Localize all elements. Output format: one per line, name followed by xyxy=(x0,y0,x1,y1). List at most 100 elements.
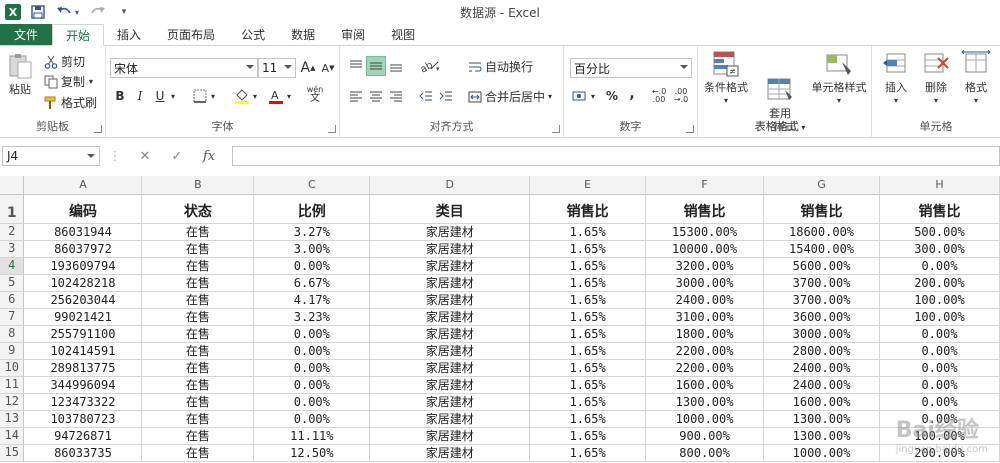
cell[interactable]: 家居建材 xyxy=(369,274,531,292)
row-header[interactable]: 1 xyxy=(0,194,25,224)
cell[interactable]: 在售 xyxy=(141,359,255,377)
grow-font-button[interactable]: A ▲ xyxy=(298,58,318,78)
cell[interactable]: 在售 xyxy=(141,342,255,360)
copy-button[interactable]: 复制 ▾ xyxy=(44,73,93,90)
cell[interactable]: 0.00% xyxy=(253,325,371,343)
tab-page-layout[interactable]: 页面布局 xyxy=(154,24,228,45)
merge-dropdown-icon[interactable]: ▾ xyxy=(548,92,552,101)
cell[interactable]: 1.65% xyxy=(529,308,647,326)
increase-indent-button[interactable] xyxy=(436,86,456,106)
cell[interactable]: 2400.00% xyxy=(763,376,880,394)
delete-cells-button[interactable]: 删除 ▾ xyxy=(916,50,956,107)
row-header[interactable]: 2 xyxy=(0,223,25,241)
cell[interactable]: 家居建材 xyxy=(369,308,531,326)
cell[interactable]: 销售比 xyxy=(645,194,765,224)
cell[interactable]: 0.00% xyxy=(253,359,371,377)
cell[interactable]: 状态 xyxy=(141,194,255,224)
cell[interactable]: 1.65% xyxy=(529,223,647,241)
cell[interactable]: 1.65% xyxy=(529,240,647,258)
font-color-dropdown-icon[interactable]: ▾ xyxy=(284,86,294,106)
column-header[interactable]: A xyxy=(23,176,143,195)
cell[interactable]: 0.00% xyxy=(253,376,371,394)
format-cells-button[interactable]: 格式 ▾ xyxy=(956,49,996,107)
row-header[interactable]: 10 xyxy=(0,359,25,377)
bold-button[interactable]: B xyxy=(110,86,130,106)
align-middle-button[interactable] xyxy=(366,56,386,76)
cell[interactable]: 2800.00% xyxy=(763,342,880,360)
column-header[interactable]: C xyxy=(253,176,371,195)
accounting-dropdown-icon[interactable]: ▾ xyxy=(588,86,598,106)
align-right-button[interactable] xyxy=(386,86,406,106)
cell[interactable]: 3200.00% xyxy=(645,257,765,275)
decrease-indent-button[interactable] xyxy=(416,86,436,106)
cell[interactable]: 家居建材 xyxy=(369,359,531,377)
cell[interactable]: 86031944 xyxy=(23,223,143,241)
undo-dropdown-icon[interactable]: ▾ xyxy=(73,3,81,21)
cell[interactable]: 2400.00% xyxy=(763,359,880,377)
column-header[interactable]: D xyxy=(369,176,531,195)
cell[interactable]: 94726871 xyxy=(23,427,143,445)
cell[interactable]: 800.00% xyxy=(645,444,765,462)
formula-input[interactable] xyxy=(232,146,1000,166)
row-header[interactable]: 6 xyxy=(0,291,25,309)
cell[interactable]: 86033735 xyxy=(23,444,143,462)
tab-file[interactable]: 文件 xyxy=(0,24,53,45)
cell[interactable]: 家居建材 xyxy=(369,291,531,309)
paste-button[interactable]: 粘贴 xyxy=(4,52,36,96)
column-header[interactable]: B xyxy=(141,176,255,195)
accounting-format-button[interactable] xyxy=(570,86,590,106)
clipboard-launcher-icon[interactable] xyxy=(94,125,102,133)
cell[interactable]: 1.65% xyxy=(529,410,647,428)
cell[interactable]: 1.65% xyxy=(529,359,647,377)
cell[interactable]: 1300.00% xyxy=(763,410,880,428)
cell[interactable]: 家居建材 xyxy=(369,410,531,428)
underline-dropdown-icon[interactable]: ▾ xyxy=(168,86,178,106)
cell[interactable]: 102414591 xyxy=(23,342,143,360)
borders-dropdown-icon[interactable]: ▾ xyxy=(208,86,218,106)
percent-style-button[interactable]: % xyxy=(602,86,622,106)
cell[interactable]: 1.65% xyxy=(529,291,647,309)
cell[interactable]: 类目 xyxy=(369,194,531,224)
cell[interactable]: 15300.00% xyxy=(645,223,765,241)
font-color-button[interactable]: A xyxy=(266,86,286,106)
cell[interactable]: 0.00% xyxy=(879,257,1000,275)
merge-center-button[interactable]: 合并后居中 ▾ xyxy=(468,88,552,105)
column-header[interactable]: E xyxy=(529,176,647,195)
comma-style-button[interactable]: , xyxy=(622,84,642,104)
cell[interactable]: 18600.00% xyxy=(763,223,880,241)
cell[interactable]: 1.65% xyxy=(529,274,647,292)
cell[interactable]: 销售比 xyxy=(529,194,647,224)
cell[interactable]: 在售 xyxy=(141,240,255,258)
cell[interactable]: 86037972 xyxy=(23,240,143,258)
cell[interactable]: 在售 xyxy=(141,325,255,343)
cell[interactable]: 255791100 xyxy=(23,325,143,343)
number-format-combo[interactable]: 百分比 xyxy=(570,58,692,78)
row-header[interactable]: 9 xyxy=(0,342,25,360)
cell[interactable]: 家居建材 xyxy=(369,342,531,360)
row-header[interactable]: 15 xyxy=(0,444,25,462)
cell[interactable]: 344996094 xyxy=(23,376,143,394)
cell[interactable]: 3700.00% xyxy=(763,291,880,309)
cell[interactable]: 200.00% xyxy=(879,274,1000,292)
cell[interactable]: 家居建材 xyxy=(369,427,531,445)
cell[interactable]: 99021421 xyxy=(23,308,143,326)
cell[interactable]: 1.65% xyxy=(529,342,647,360)
column-header[interactable]: H xyxy=(879,176,1000,195)
insert-cells-button[interactable]: 插入 ▾ xyxy=(876,50,916,107)
cell[interactable]: 3100.00% xyxy=(645,308,765,326)
cell[interactable]: 100.00% xyxy=(879,308,1000,326)
cell[interactable]: 256203044 xyxy=(23,291,143,309)
column-header[interactable]: F xyxy=(645,176,765,195)
cell[interactable]: 家居建材 xyxy=(369,444,531,462)
cell[interactable]: 在售 xyxy=(141,376,255,394)
cell[interactable]: 2400.00% xyxy=(645,291,765,309)
cell[interactable]: 4.17% xyxy=(253,291,371,309)
font-size-combo[interactable]: 11 xyxy=(258,58,296,78)
cell[interactable]: 3000.00% xyxy=(645,274,765,292)
row-header[interactable]: 13 xyxy=(0,410,25,428)
italic-button[interactable]: I xyxy=(130,86,150,106)
cell[interactable]: 300.00% xyxy=(879,240,1000,258)
cell[interactable]: 1300.00% xyxy=(763,427,880,445)
increase-decimal-button[interactable]: ←.0.00 xyxy=(648,86,670,106)
cell[interactable]: 1300.00% xyxy=(645,393,765,411)
